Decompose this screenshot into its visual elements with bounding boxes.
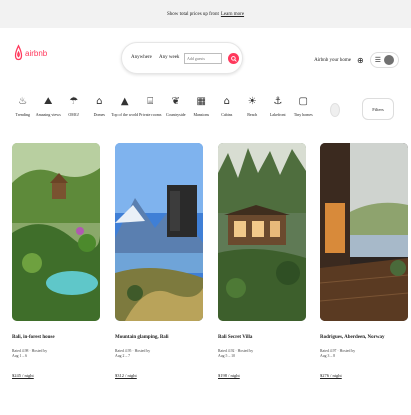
listing-meta-line2: Aug 3 – 8 — [320, 354, 336, 358]
category-label: Mansions — [193, 112, 210, 117]
listing-price[interactable]: $198 / night — [218, 373, 306, 378]
category-icon: ⌂ — [96, 96, 103, 107]
listing-price[interactable]: $276 / night — [320, 373, 408, 378]
category-icon: ⚓ — [273, 96, 283, 107]
category-beach[interactable]: ☀ Beach — [240, 96, 266, 130]
category-top-of-the-world[interactable]: ▲ Top of the world — [111, 96, 139, 130]
category-icon: ▲ — [120, 96, 129, 107]
category-label: Tiny homes — [293, 112, 313, 117]
category-label: Beach — [247, 112, 258, 117]
host-link[interactable]: Airbnb your home — [314, 58, 351, 63]
listing-photo-image — [115, 143, 203, 321]
category-icon: ♨ — [18, 96, 28, 107]
category-label: Amazing views — [35, 112, 61, 117]
category-trending[interactable]: ♨ Trending — [10, 96, 36, 130]
guests-input[interactable] — [184, 53, 222, 64]
listing-price[interactable]: $312 / night — [115, 373, 203, 378]
category-icon: ▢ — [298, 96, 308, 107]
listing-title: Rodrigues, Aberdeen, Norway — [320, 335, 385, 340]
airbnb-logo-icon — [14, 44, 23, 61]
listing-photo-image — [218, 143, 306, 321]
category-domes[interactable]: ⌂ Domes — [87, 96, 113, 130]
user-menu-button[interactable]: ☰ — [369, 52, 399, 68]
listing-photo-image — [320, 143, 408, 321]
category-lakefront[interactable]: ⚓ Lakefront — [265, 96, 291, 130]
category-label: Domes — [93, 112, 105, 117]
category-label: Lakefront — [269, 112, 286, 117]
category-mansions[interactable]: ▦ Mansions — [189, 96, 215, 130]
listing-photo[interactable] — [115, 143, 203, 321]
listing-title: Mountain glamping, Bali — [115, 335, 169, 340]
category-label: Top of the world — [111, 112, 139, 117]
category-countryside[interactable]: ❦ Countryside — [163, 96, 189, 130]
listing-meta-line2: Aug 1 – 6 — [12, 354, 28, 358]
category-icon: ⛰ — [44, 96, 53, 107]
category-bar: ♨ Trending ⛰ Amazing views ☂ OMG! ⌂ Domes ▲ T… — [10, 96, 370, 130]
category-icon: ☀ — [247, 96, 257, 107]
listing-title: Bali, in-forest house — [12, 335, 55, 340]
announcement-banner: Show total prices up front Learn more — [0, 0, 411, 28]
search-where-button[interactable]: Anywhere — [131, 55, 152, 60]
listing-photo[interactable] — [218, 143, 306, 321]
listing-price[interactable]: $245 / night — [12, 373, 100, 378]
banner-text: Show total prices up front — [166, 11, 219, 17]
search-icon — [230, 55, 237, 62]
category-cabins[interactable]: ⌂ Cabins — [214, 96, 240, 130]
listing-meta-line2: Aug 2 – 7 — [115, 354, 131, 358]
avatar — [384, 55, 394, 65]
search-bar[interactable]: Anywhere Any week — [121, 42, 243, 74]
category-icon: ☂ — [69, 96, 79, 107]
listing-photo[interactable] — [12, 143, 100, 321]
listing-card[interactable]: Mountain glamping, Bali Rated 4.95 · Hos… — [115, 143, 203, 378]
category-icon: ⌂ — [223, 96, 230, 107]
category-icon: ❦ — [171, 96, 180, 107]
listing-meta: Rated 4.97 · Hosted by Aug 3 – 8 — [320, 349, 408, 359]
listing-photo[interactable] — [320, 143, 408, 321]
listing-photo-image — [12, 143, 100, 321]
listing-card[interactable]: Rodrigues, Aberdeen, Norway Rated 4.97 ·… — [320, 143, 408, 378]
category-private-rooms[interactable]: ⌸ Private rooms — [138, 96, 164, 130]
listing-meta: Rated 4.92 · Hosted by Aug 5 – 10 — [218, 349, 306, 359]
airbnb-logo[interactable]: airbnb — [14, 44, 47, 62]
airbnb-wordmark: airbnb — [25, 48, 48, 58]
category-scroll-button[interactable] — [330, 103, 340, 117]
listing-card[interactable]: Bali, in-forest house Rated 4.98 · Hoste… — [12, 143, 100, 378]
category-omg[interactable]: ☂ OMG! — [61, 96, 87, 130]
category-label: Countryside — [165, 112, 186, 117]
filters-button[interactable]: Filters — [362, 98, 394, 120]
category-label: Cabins — [221, 112, 233, 117]
hamburger-icon: ☰ — [374, 56, 381, 64]
category-icon: ⌸ — [147, 96, 154, 107]
header-right: Airbnb your home ⊕ ☰ — [314, 52, 399, 68]
listing-meta: Rated 4.95 · Hosted by Aug 2 – 7 — [115, 349, 203, 359]
filters-label: Filters — [372, 106, 384, 112]
globe-icon[interactable]: ⊕ — [357, 56, 364, 65]
search-button[interactable] — [228, 53, 239, 64]
banner-learn-more-link[interactable]: Learn more — [221, 12, 244, 17]
listing-meta-line2: Aug 5 – 10 — [218, 354, 235, 358]
category-label: Trending — [15, 112, 31, 117]
listing-title: Bali Secret Villa — [218, 335, 253, 340]
search-week-button[interactable]: Any week — [159, 55, 179, 60]
category-label: OMG! — [68, 112, 80, 117]
category-amazing-views[interactable]: ⛰ Amazing views — [36, 96, 62, 130]
category-label: Private rooms — [139, 112, 162, 117]
listing-card[interactable]: Bali Secret Villa Rated 4.92 · Hosted by… — [218, 143, 306, 378]
category-tiny-homes[interactable]: ▢ Tiny homes — [291, 96, 317, 130]
listing-meta: Rated 4.98 · Hosted by Aug 1 – 6 — [12, 349, 100, 359]
category-icon: ▦ — [196, 96, 206, 107]
